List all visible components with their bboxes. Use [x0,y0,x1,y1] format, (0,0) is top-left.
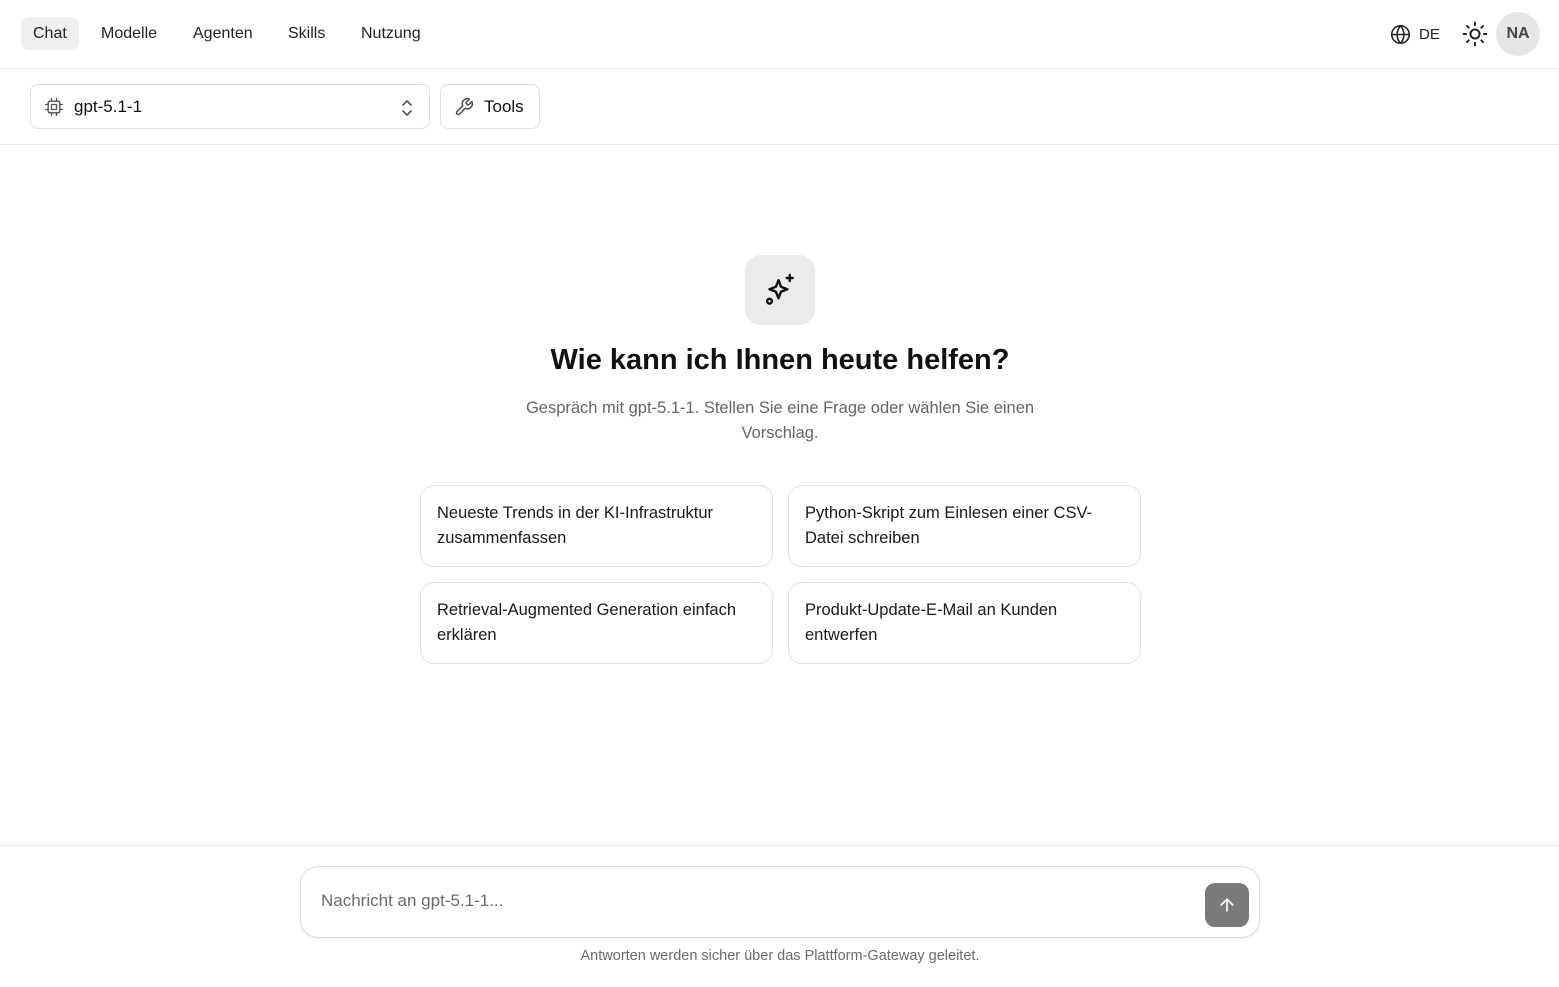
nav-tab-modelle[interactable]: Modelle [89,17,169,50]
nav-tab-agenten[interactable]: Agenten [181,17,265,50]
tools-button[interactable]: Tools [440,84,540,129]
hero-subtitle: Gespräch mit gpt-5.1-1. Stellen Sie eine… [525,399,1035,442]
suggestion-card[interactable]: Python-Skript zum Einlesen einer CSV-Dat… [788,485,1141,567]
message-composer [300,866,1260,938]
language-switcher[interactable]: DE [1390,22,1440,46]
message-input[interactable] [321,887,1181,915]
nav-tab-nutzung[interactable]: Nutzung [349,17,433,50]
language-label: DE [1419,25,1440,43]
sun-icon [1462,21,1488,47]
user-avatar[interactable]: NA [1496,12,1540,56]
model-select-label: gpt-5.1-1 [74,97,143,116]
tools-button-label: Tools [484,97,524,116]
chat-toolbar: gpt-5.1-1 Tools [0,69,1559,145]
suggestion-card[interactable]: Retrieval-Augmented Generation einfach e… [420,582,773,664]
sparkles-icon [765,273,794,305]
hero-badge [745,255,815,325]
send-button[interactable] [1205,883,1249,927]
suggestion-card[interactable]: Neueste Trends in der KI-Infrastruktur z… [420,485,773,567]
theme-toggle-button[interactable] [1462,21,1488,47]
chevron-updown-icon [402,100,412,116]
globe-icon [1390,24,1411,44]
chip-icon [45,98,63,117]
hero-title: Wie kann ich Ihnen heute helfen? [550,344,1010,376]
composer-footnote: Antworten werden sicher über das Plattfo… [580,948,980,964]
arrow-up-icon [1220,898,1234,912]
wrench-icon [455,97,474,116]
top-navigation: Chat Modelle Agenten Skills Nutzung DE N… [0,0,1559,69]
model-select[interactable]: gpt-5.1-1 [30,84,430,129]
suggestion-card[interactable]: Produkt-Update-E-Mail an Kunden entwerfe… [788,582,1141,664]
nav-tab-chat[interactable]: Chat [21,17,79,50]
nav-tab-skills[interactable]: Skills [276,17,337,50]
